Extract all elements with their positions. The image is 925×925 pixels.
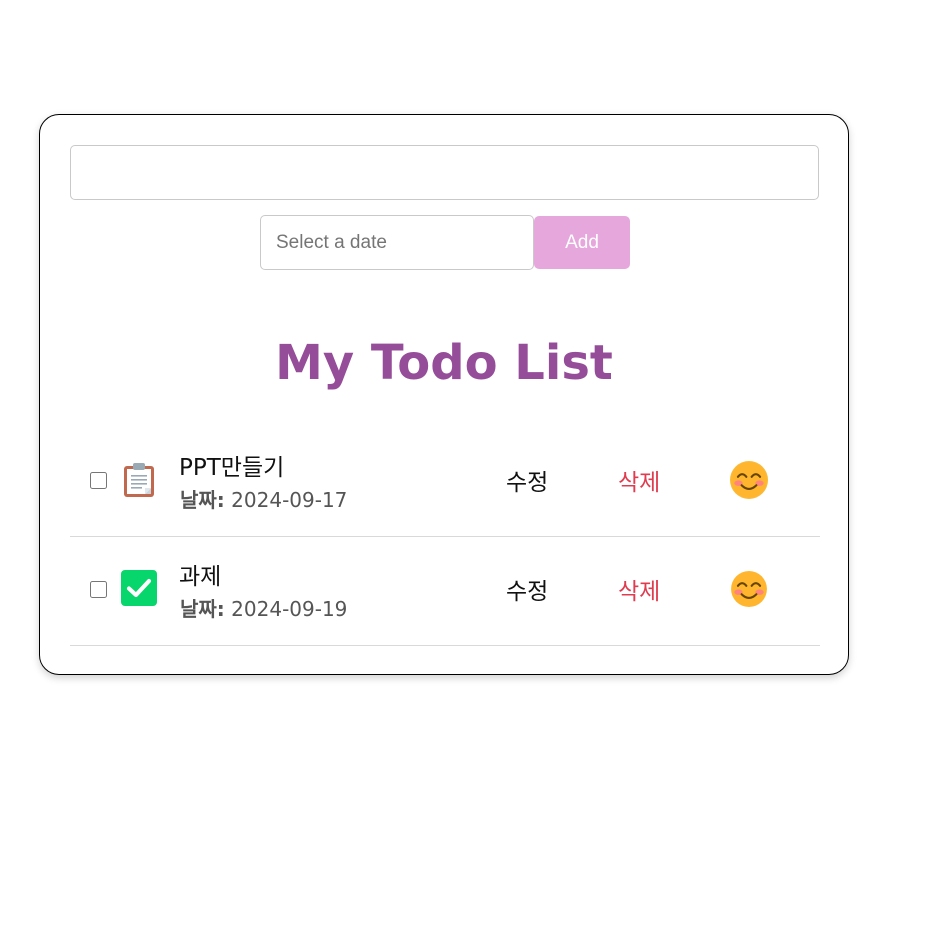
todo-item: 과제 날짜: 2024-09-19 수정 삭제 [70, 537, 820, 646]
todo-text-input[interactable] [70, 145, 819, 200]
date-label: 날짜: [180, 488, 225, 512]
todo-checkbox[interactable] [90, 472, 107, 489]
smiling-face-icon[interactable] [730, 461, 768, 499]
clipboard-icon [124, 463, 154, 497]
todo-item: PPT만들기 날짜: 2024-09-17 수정 삭제 [70, 428, 820, 537]
todo-checkbox[interactable] [90, 581, 107, 598]
delete-button[interactable]: 삭제 [618, 572, 660, 606]
page-title: My Todo List [275, 335, 613, 391]
todo-text: 과제 [179, 564, 222, 590]
todo-date: 날짜: 2024-09-17 [180, 484, 347, 513]
edit-button[interactable]: 수정 [506, 572, 548, 606]
todo-text: PPT만들기 [179, 455, 285, 481]
todo-card: Add My Todo List PPT만들기 날짜: 2024-09-17 수… [39, 114, 849, 675]
date-label: 날짜: [180, 597, 225, 621]
date-picker-input[interactable] [260, 215, 534, 270]
edit-button[interactable]: 수정 [506, 463, 548, 497]
todo-date: 날짜: 2024-09-19 [180, 593, 347, 622]
date-value: 2024-09-19 [231, 597, 348, 621]
todo-list: PPT만들기 날짜: 2024-09-17 수정 삭제 과제 날짜: 2024-… [70, 428, 820, 646]
add-button[interactable]: Add [534, 216, 630, 269]
date-value: 2024-09-17 [231, 488, 348, 512]
delete-button[interactable]: 삭제 [618, 463, 660, 497]
smiling-face-icon[interactable] [730, 570, 768, 608]
check-mark-button-icon [121, 570, 157, 606]
